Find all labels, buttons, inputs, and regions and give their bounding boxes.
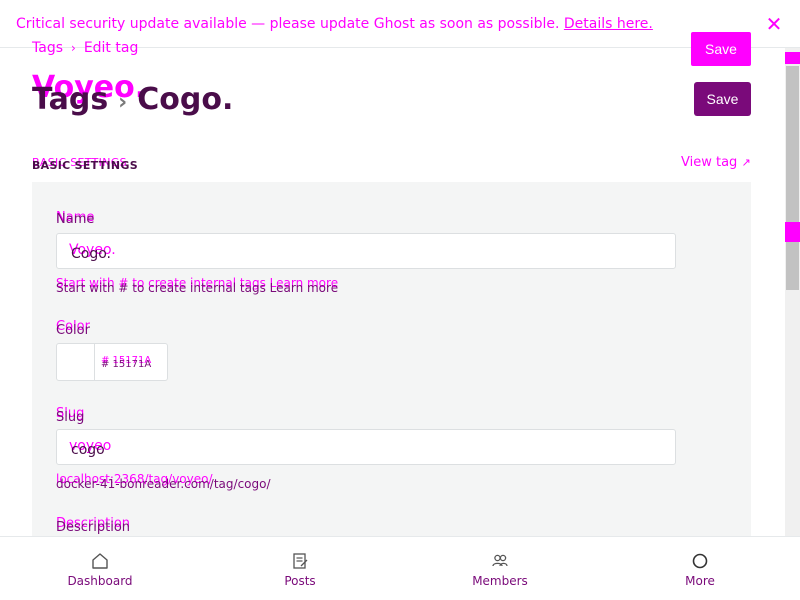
save-button[interactable]: Save <box>694 82 751 116</box>
scroll-up-arrow[interactable] <box>785 52 800 64</box>
nav-label-dashboard: Dashboard <box>67 574 133 588</box>
breadcrumb: Tags › Edit tag <box>32 40 138 56</box>
home-icon <box>92 553 108 569</box>
section-label: BASIC SETTINGS <box>32 159 138 172</box>
page-title-main: Tags › Cogo. <box>32 82 233 117</box>
title-tag-name: Cogo. <box>137 82 234 117</box>
name-input-value: Cogo. <box>71 246 111 262</box>
color-hex-value: # 15171A <box>101 359 152 370</box>
save-button-top[interactable]: Save <box>691 32 751 66</box>
breadcrumb-current: Edit tag <box>83 40 139 56</box>
color-picker[interactable]: # 15171A # 15171A <box>56 343 168 381</box>
nav-item-posts[interactable]: Posts <box>200 537 400 600</box>
page-title: Voyeo. Tags › Cogo. <box>32 70 532 126</box>
view-tag-label: View tag <box>681 155 738 170</box>
scroll-marker <box>785 222 800 242</box>
bottom-nav: Dashboard Posts Members More <box>0 536 800 600</box>
scrollbar[interactable] <box>785 48 800 536</box>
breadcrumb-tags-link[interactable]: Tags <box>32 40 63 56</box>
name-input[interactable]: Voyeo. Cogo. <box>56 233 676 269</box>
more-icon <box>692 553 708 569</box>
chevron-right-icon: › <box>118 90 128 115</box>
slug-input-value: cogo <box>71 442 105 458</box>
color-label: Color <box>56 323 90 338</box>
nav-item-dashboard[interactable]: Dashboard <box>0 537 200 600</box>
nav-label-members: Members <box>472 574 528 588</box>
nav-item-members[interactable]: Members <box>400 537 600 600</box>
description-label: Description <box>56 520 131 535</box>
nav-label-more: More <box>685 574 715 588</box>
banner-text: Critical security update available — ple… <box>16 16 560 32</box>
posts-icon <box>293 553 308 569</box>
external-link-icon: ↗ <box>741 156 751 169</box>
title-tags: Tags <box>32 82 109 117</box>
nav-label-posts: Posts <box>284 574 316 588</box>
banner-details-link[interactable]: Details here. <box>564 16 653 32</box>
slug-hint: docker-41-bonreader.com/tag/cogo/ <box>56 477 271 491</box>
slug-input[interactable]: voyeo cogo <box>56 429 676 465</box>
close-icon[interactable]: ✕ <box>764 14 784 34</box>
color-swatch[interactable] <box>57 344 95 380</box>
color-hex-input[interactable]: # 15171A # 15171A <box>95 344 167 380</box>
banner-message: Critical security update available — ple… <box>16 16 653 32</box>
members-icon <box>492 554 508 567</box>
scroll-thumb[interactable] <box>786 66 799 290</box>
name-hint: Start with # to create internal tags Lea… <box>56 281 339 295</box>
slug-label: Slug <box>56 410 85 425</box>
view-tag-link[interactable]: View tag ↗ <box>681 155 751 170</box>
name-label: Name <box>56 212 95 227</box>
chevron-right-icon: › <box>71 41 76 55</box>
nav-item-more[interactable]: More <box>600 537 800 600</box>
